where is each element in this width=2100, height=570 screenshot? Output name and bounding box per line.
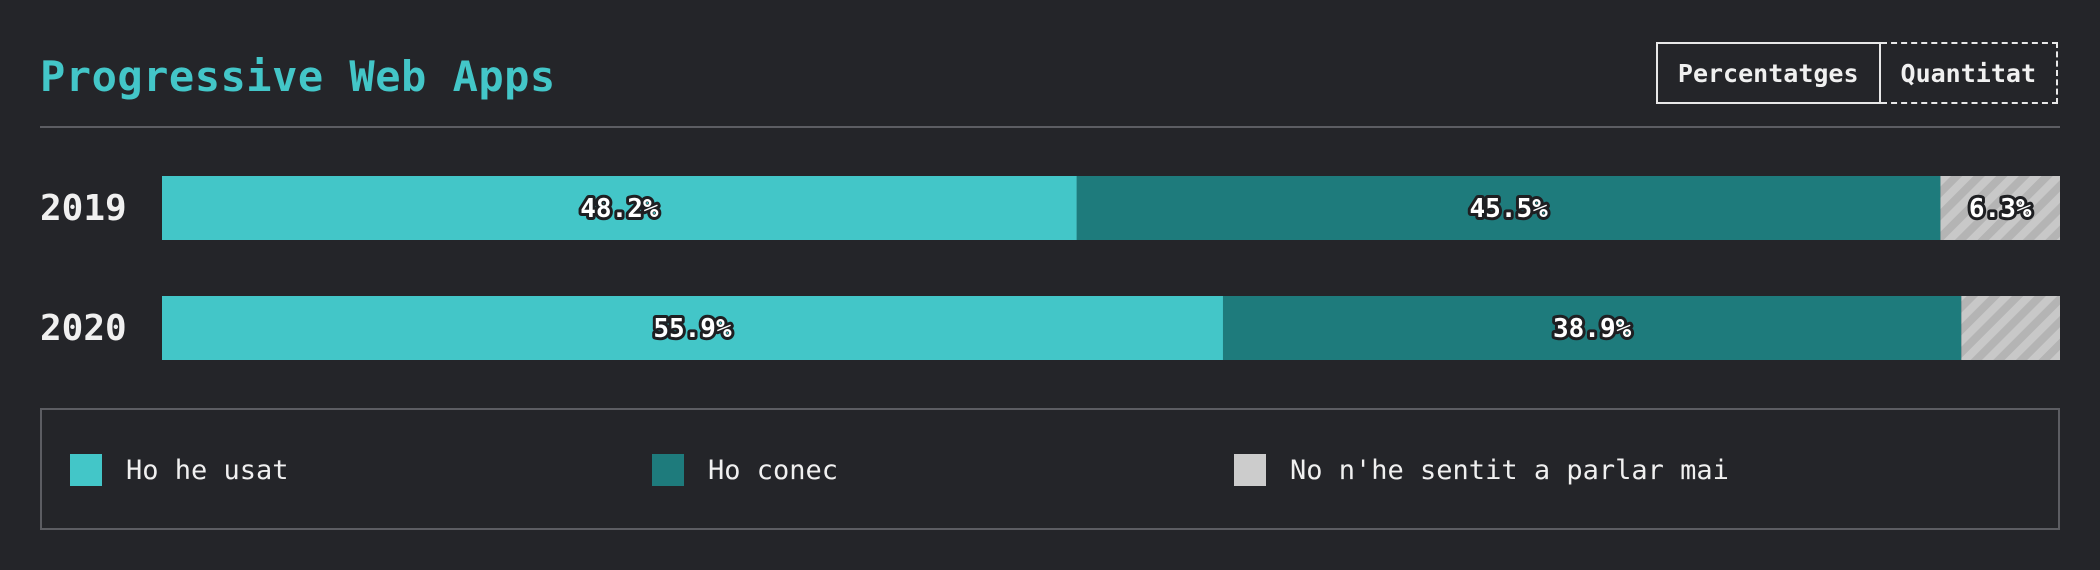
data-label-2019-2: 45.5% [1469,194,1548,224]
legend-swatch [70,454,102,486]
legend-label: Ho conec [708,454,839,486]
legend-item-3[interactable]: No n'he sentit a parlar mai [1234,454,1729,486]
data-label-2020-2: 38.9% [1553,314,1632,344]
legend-swatch [652,454,684,486]
bar-segment-2020-3[interactable] [1961,296,2060,360]
stacked-bar-chart: 2019 48.2% 45.5% 6.3% 2020 55.9% 38.9% [40,176,2060,360]
data-label-2020-1: 55.9% [653,314,732,344]
legend-label: No n'he sentit a parlar mai [1290,454,1729,486]
data-label-2019-1: 48.2% [580,194,659,224]
legend-item-1[interactable]: Ho he usat [70,454,289,486]
legend-label: Ho he usat [126,454,289,486]
data-label-2019-3: 6.3% [1969,194,2032,224]
row-label-2019: 2019 [40,188,127,229]
row-label-2020: 2020 [40,308,127,349]
legend-item-2[interactable]: Ho conec [652,454,838,486]
chart-legend: Ho he usat Ho conec No n'he sentit a parla… [40,408,2060,530]
legend-swatch [1234,454,1266,486]
